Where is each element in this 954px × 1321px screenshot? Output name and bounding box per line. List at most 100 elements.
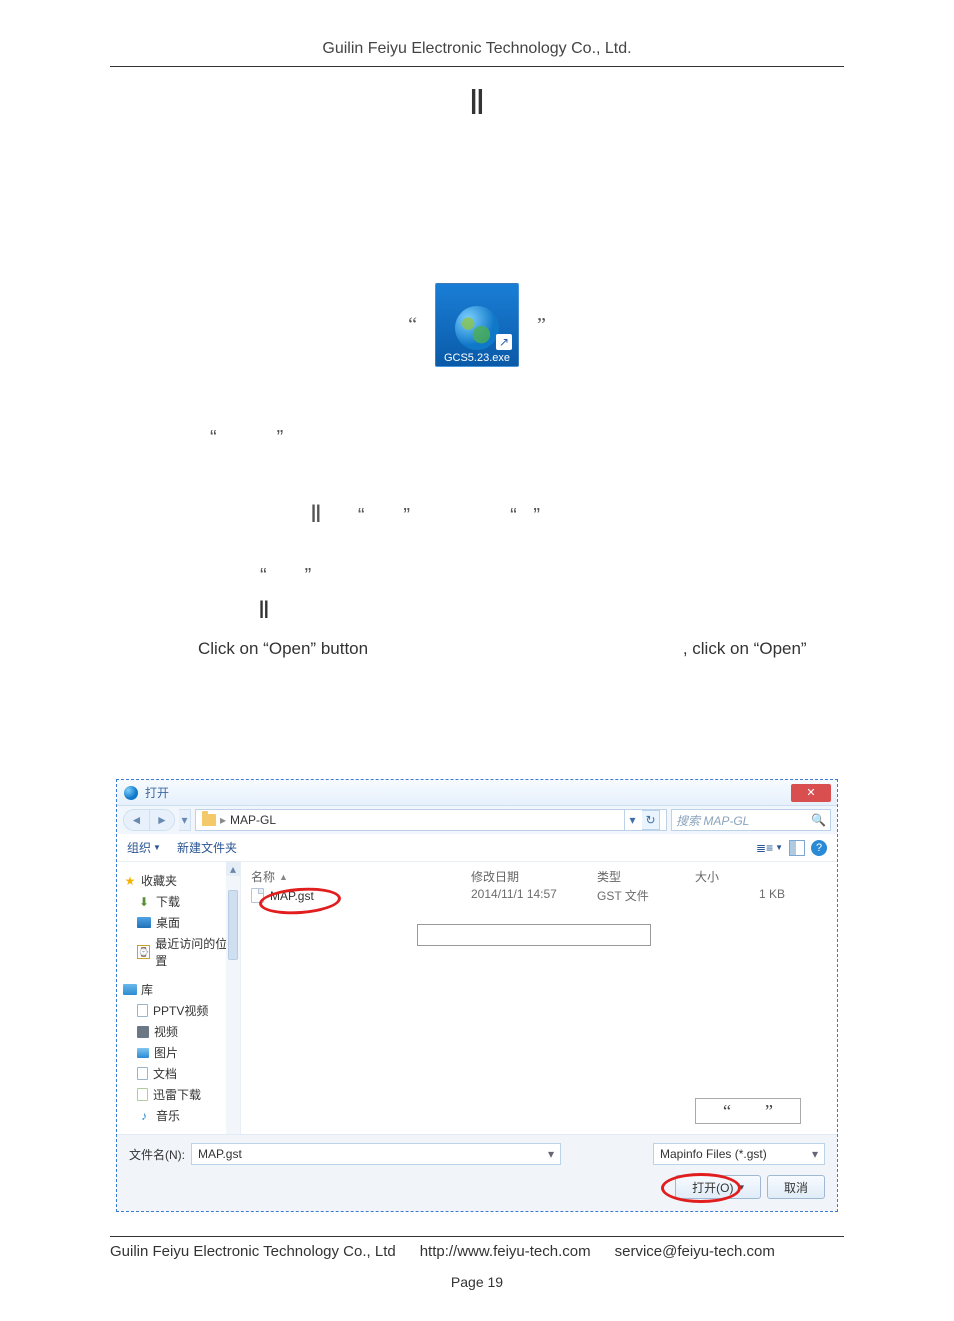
view-mode-button[interactable]: ≣≡ ▼ xyxy=(756,841,783,855)
video-label: 视频 xyxy=(154,1023,178,1040)
quote-line-a: “” xyxy=(210,427,844,450)
libraries-label: 库 xyxy=(141,981,153,998)
col-date[interactable]: 修改日期 xyxy=(471,868,597,885)
search-icon: 🔍 xyxy=(811,813,826,827)
open-button[interactable]: 打开(O) xyxy=(675,1175,761,1199)
downloads-label: 下载 xyxy=(156,893,180,910)
file-row[interactable]: MAP.gst 2014/11/1 14:57 GST 文件 1 KB xyxy=(241,885,837,906)
recent-label: 最近访问的位置 xyxy=(155,935,234,969)
pptv-icon xyxy=(137,1004,148,1017)
rq2: ” xyxy=(533,505,540,527)
col-type[interactable]: 类型 xyxy=(597,868,695,885)
footer-url: http://www.feiyu-tech.com xyxy=(420,1243,591,1260)
filetype-filter[interactable]: Mapinfo Files (*.gst) ▾ xyxy=(653,1143,825,1165)
dialog-bottom: 文件名(N): MAP.gst ▾ Mapinfo Files (*.gst) … xyxy=(117,1134,837,1211)
left-quote: “ xyxy=(408,314,417,337)
sidebar-downloads[interactable]: ⬇ 下载 xyxy=(123,891,234,912)
xunlei-label: 迅雷下载 xyxy=(153,1086,201,1103)
file-date: 2014/11/1 14:57 xyxy=(471,887,597,904)
xunlei-icon xyxy=(137,1088,148,1101)
favorites-label: 收藏夹 xyxy=(141,872,177,889)
globe-icon xyxy=(455,306,499,350)
row-d: “” xyxy=(260,565,844,588)
gcs-app-icon[interactable]: GCS5.23.exe xyxy=(435,283,519,367)
lq2: “ xyxy=(510,505,517,527)
big-roman-numeral: Ⅱ xyxy=(110,83,844,123)
recent-icon: ⌚ xyxy=(137,945,150,959)
sidebar-pictures[interactable]: 图片 xyxy=(123,1042,234,1063)
file-pane: 名称▲ 修改日期 类型 大小 MAP.gst 2014/11/1 14:57 G… xyxy=(241,862,837,1134)
filename-value: MAP.gst xyxy=(198,1147,242,1161)
view-icon: ≣≡ xyxy=(756,841,773,855)
roman-inline-e: Ⅱ xyxy=(258,598,270,624)
documents-label: 文档 xyxy=(153,1065,177,1082)
open-instruction-line: Click on “Open” button , click on “Open” xyxy=(198,639,844,659)
rq: ” xyxy=(403,505,410,527)
roman-inline: Ⅱ xyxy=(310,500,322,529)
sidebar-video[interactable]: 视频 xyxy=(123,1021,234,1042)
filename-label: 文件名(N): xyxy=(129,1146,185,1163)
picture-icon xyxy=(137,1048,149,1058)
quote-annotation-box: “ ” xyxy=(695,1098,801,1124)
help-button[interactable]: ? xyxy=(811,840,827,856)
file-size: 1 KB xyxy=(695,887,795,904)
open-file-dialog: 打开 ✕ ◄ ► ▾ ▸ MAP-GL ▾ ↻ xyxy=(116,779,838,1212)
page-header: Guilin Feiyu Electronic Technology Co., … xyxy=(110,40,844,67)
close-button[interactable]: ✕ xyxy=(791,784,831,802)
filter-dropdown-icon[interactable]: ▾ xyxy=(812,1147,818,1161)
col-size[interactable]: 大小 xyxy=(695,868,795,885)
document-icon xyxy=(137,1067,148,1080)
sidebar-favorites[interactable]: ★ 收藏夹 xyxy=(123,870,234,891)
right-quote: ” xyxy=(537,314,546,337)
file-columns: 名称▲ 修改日期 类型 大小 xyxy=(241,862,837,885)
star-icon: ★ xyxy=(123,874,137,888)
sidebar-xunlei[interactable]: 迅雷下载 xyxy=(123,1084,234,1105)
sidebar-pptv[interactable]: PPTV视频 xyxy=(123,1000,234,1021)
sidebar-documents[interactable]: 文档 xyxy=(123,1063,234,1084)
new-folder-button[interactable]: 新建文件夹 xyxy=(177,839,237,856)
organize-label: 组织 xyxy=(127,839,151,856)
forward-button[interactable]: ► xyxy=(149,809,175,831)
sidebar-desktop[interactable]: 桌面 xyxy=(123,912,234,933)
row-e: Ⅱ xyxy=(258,596,844,625)
download-icon: ⬇ xyxy=(137,895,151,909)
sidebar-music[interactable]: ♪ 音乐 xyxy=(123,1105,234,1126)
organize-button[interactable]: 组织 ▼ xyxy=(127,839,161,856)
app-icon-small xyxy=(123,785,139,801)
dialog-titlebar: 打开 ✕ xyxy=(117,780,837,806)
music-icon: ♪ xyxy=(137,1109,151,1123)
breadcrumb[interactable]: ▸ MAP-GL ▾ ↻ xyxy=(195,809,667,831)
desktop-icon xyxy=(137,917,151,928)
search-input[interactable]: 搜索 MAP-GL 🔍 xyxy=(671,809,831,831)
back-button[interactable]: ◄ xyxy=(123,809,149,831)
page-number: Page 19 xyxy=(110,1274,844,1290)
sidebar-libraries[interactable]: 库 xyxy=(123,979,234,1000)
sidebar: ▴ ★ 收藏夹 ⬇ 下载 桌面 ⌚ 最近访问的位置 库 PPTV视频 视频 图片 xyxy=(117,862,241,1134)
sidebar-recent[interactable]: ⌚ 最近访问的位置 xyxy=(123,933,234,971)
music-label: 音乐 xyxy=(156,1107,180,1124)
video-icon xyxy=(137,1026,149,1038)
file-icon xyxy=(251,888,264,903)
footer: Guilin Feiyu Electronic Technology Co., … xyxy=(110,1236,844,1260)
sidebar-scrollbar[interactable]: ▴ xyxy=(226,862,240,1134)
sort-asc-icon: ▲ xyxy=(279,872,288,882)
history-dropdown[interactable]: ▾ xyxy=(179,809,191,831)
cancel-button[interactable]: 取消 xyxy=(767,1175,825,1199)
refresh-button[interactable]: ↻ xyxy=(642,810,660,830)
filename-input[interactable]: MAP.gst ▾ xyxy=(191,1143,561,1165)
preview-pane-button[interactable] xyxy=(789,840,805,856)
rq: ” xyxy=(305,565,312,587)
file-name: MAP.gst xyxy=(270,889,314,903)
scroll-up-button[interactable]: ▴ xyxy=(226,862,240,876)
breadcrumb-sep: ▸ xyxy=(220,813,226,827)
open-button-label: 打开(O) xyxy=(692,1179,733,1196)
pptv-label: PPTV视频 xyxy=(153,1002,208,1019)
desktop-label: 桌面 xyxy=(156,914,180,931)
filename-dropdown-icon[interactable]: ▾ xyxy=(548,1147,554,1161)
scroll-thumb[interactable] xyxy=(228,890,238,960)
row-c: Ⅱ “ ” “ ” xyxy=(310,500,844,529)
col-name[interactable]: 名称▲ xyxy=(251,868,471,885)
footer-company: Guilin Feiyu Electronic Technology Co., … xyxy=(110,1243,396,1260)
lq: “ xyxy=(358,505,365,527)
breadcrumb-dropdown[interactable]: ▾ xyxy=(624,810,640,830)
